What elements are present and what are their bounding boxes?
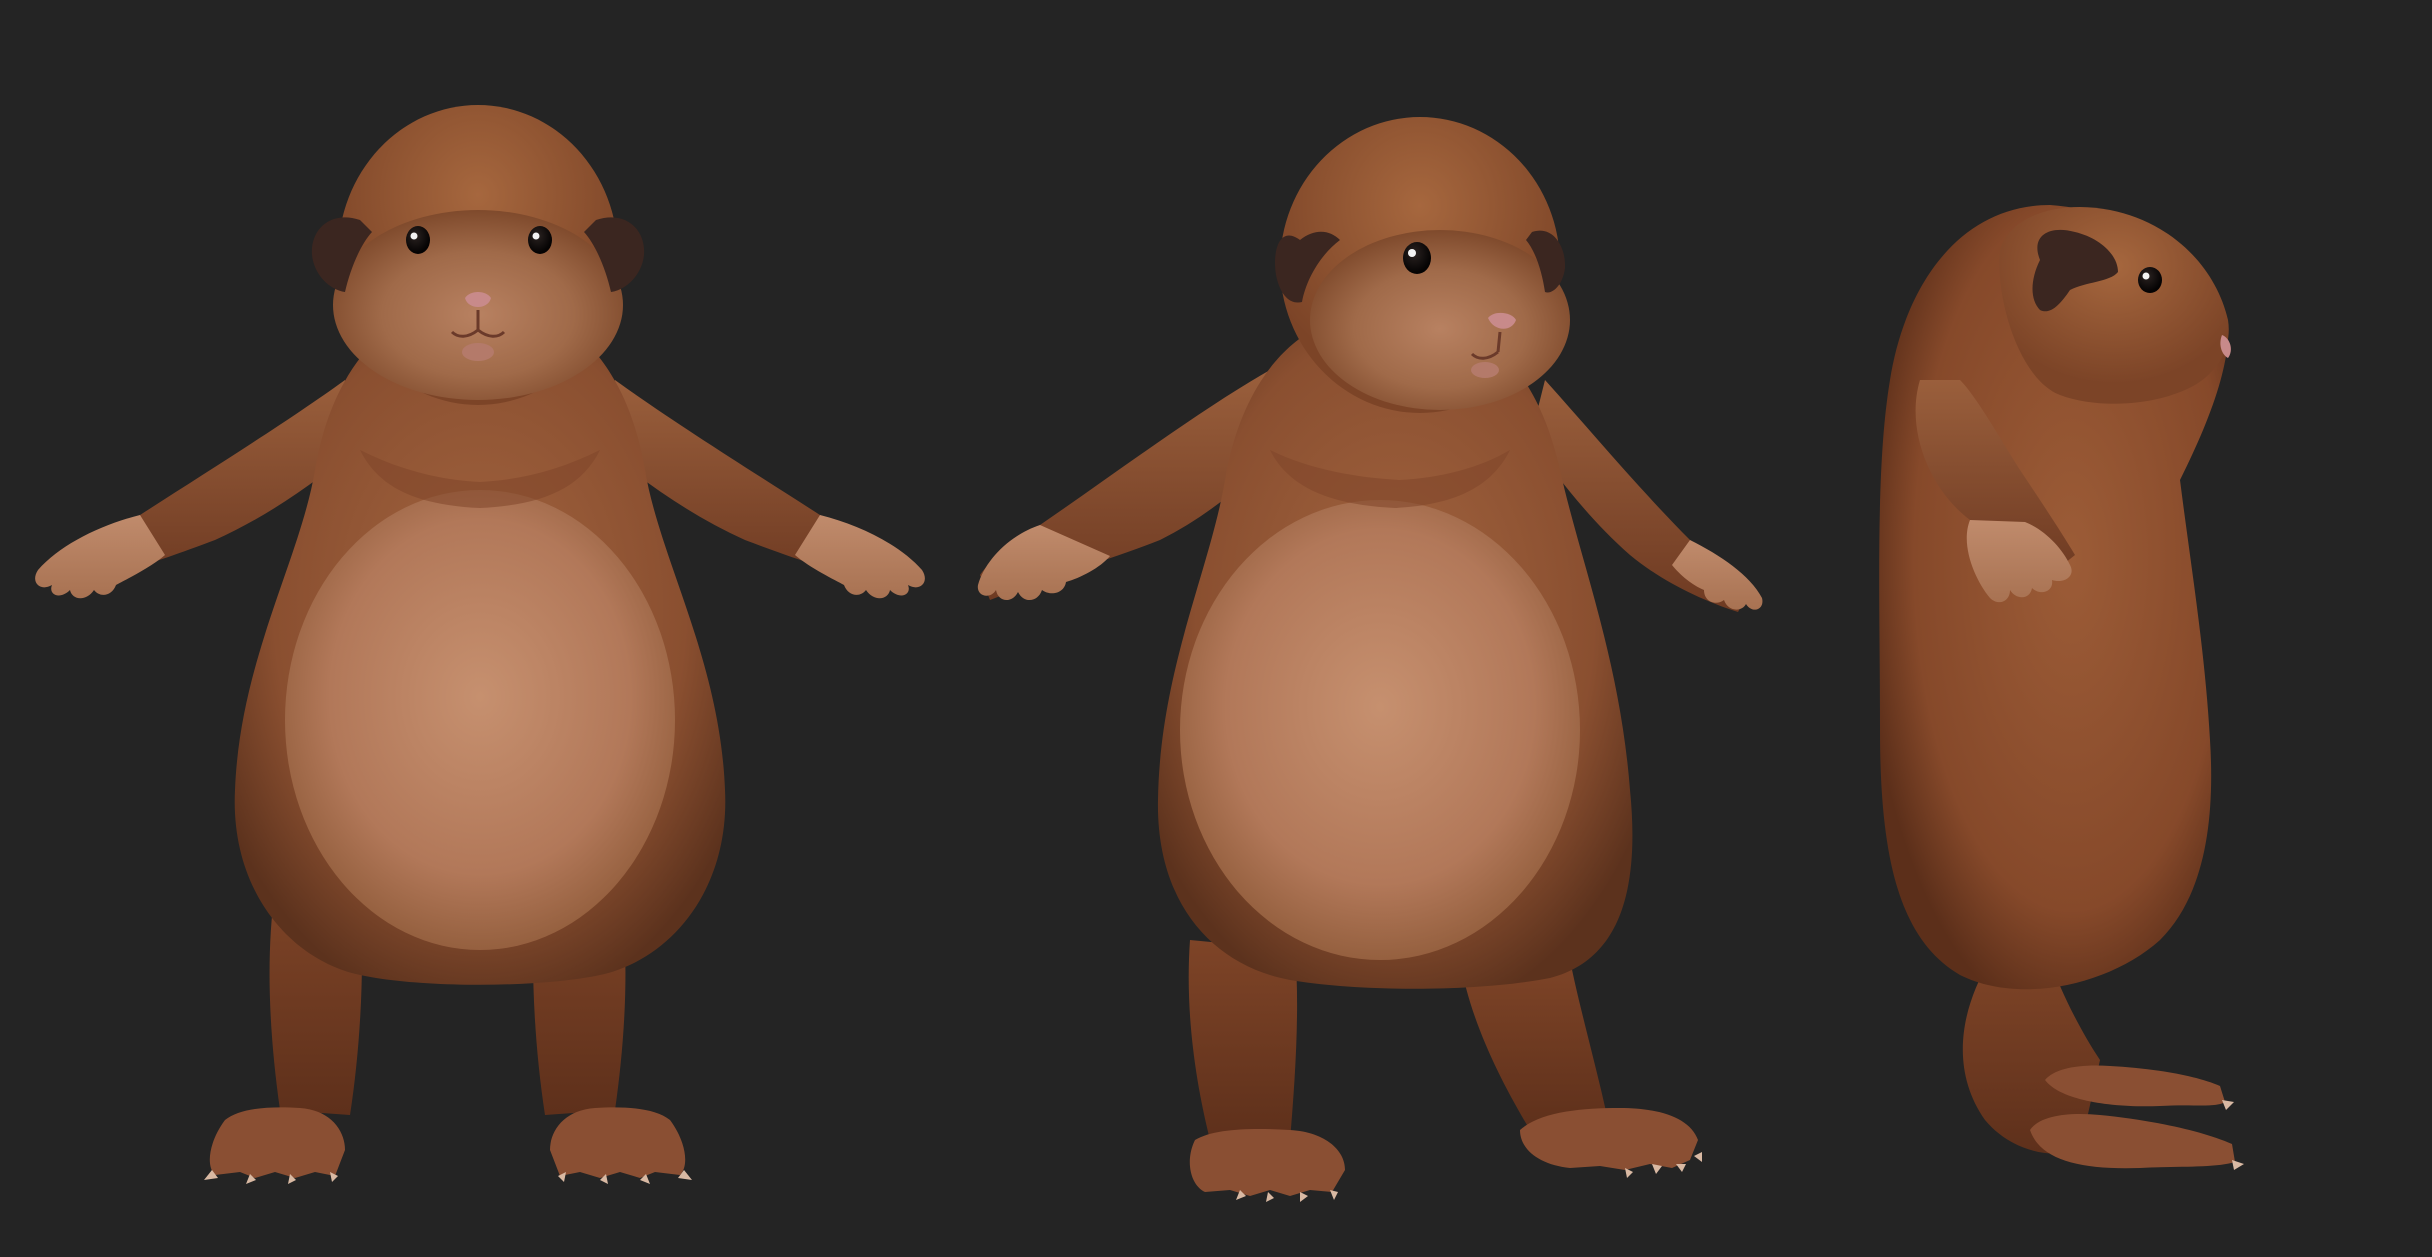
front-left-hand <box>35 515 165 599</box>
guinea-pig-side-view <box>1879 205 2244 1170</box>
tq-belly <box>1180 500 1580 960</box>
front-right-hand <box>795 515 925 599</box>
front-right-eye-highlight <box>532 232 540 240</box>
tq-eye <box>1403 242 1431 274</box>
guinea-pig-front-view <box>35 105 925 1184</box>
tq-cheeks <box>1310 230 1570 410</box>
side-eye-highlight <box>2142 272 2150 280</box>
front-right-foot <box>550 1107 686 1178</box>
tq-left-foot <box>1189 1129 1345 1196</box>
side-hind-foot <box>2030 1113 2235 1169</box>
front-left-eye <box>406 226 430 254</box>
front-belly <box>285 490 675 950</box>
render-scene <box>35 105 2244 1202</box>
side-eye <box>2138 267 2162 293</box>
tq-right-foot <box>1520 1108 1698 1170</box>
tq-lips <box>1471 362 1499 378</box>
front-left-foot <box>209 1107 345 1178</box>
guinea-pig-three-quarter-view <box>977 117 1763 1202</box>
front-lips <box>462 343 494 361</box>
tq-right-hand <box>1672 540 1763 610</box>
front-left-eye-highlight <box>410 232 418 240</box>
tq-eye-highlight <box>1408 249 1416 257</box>
viewport-canvas <box>0 0 2432 1257</box>
front-right-eye <box>528 226 552 254</box>
